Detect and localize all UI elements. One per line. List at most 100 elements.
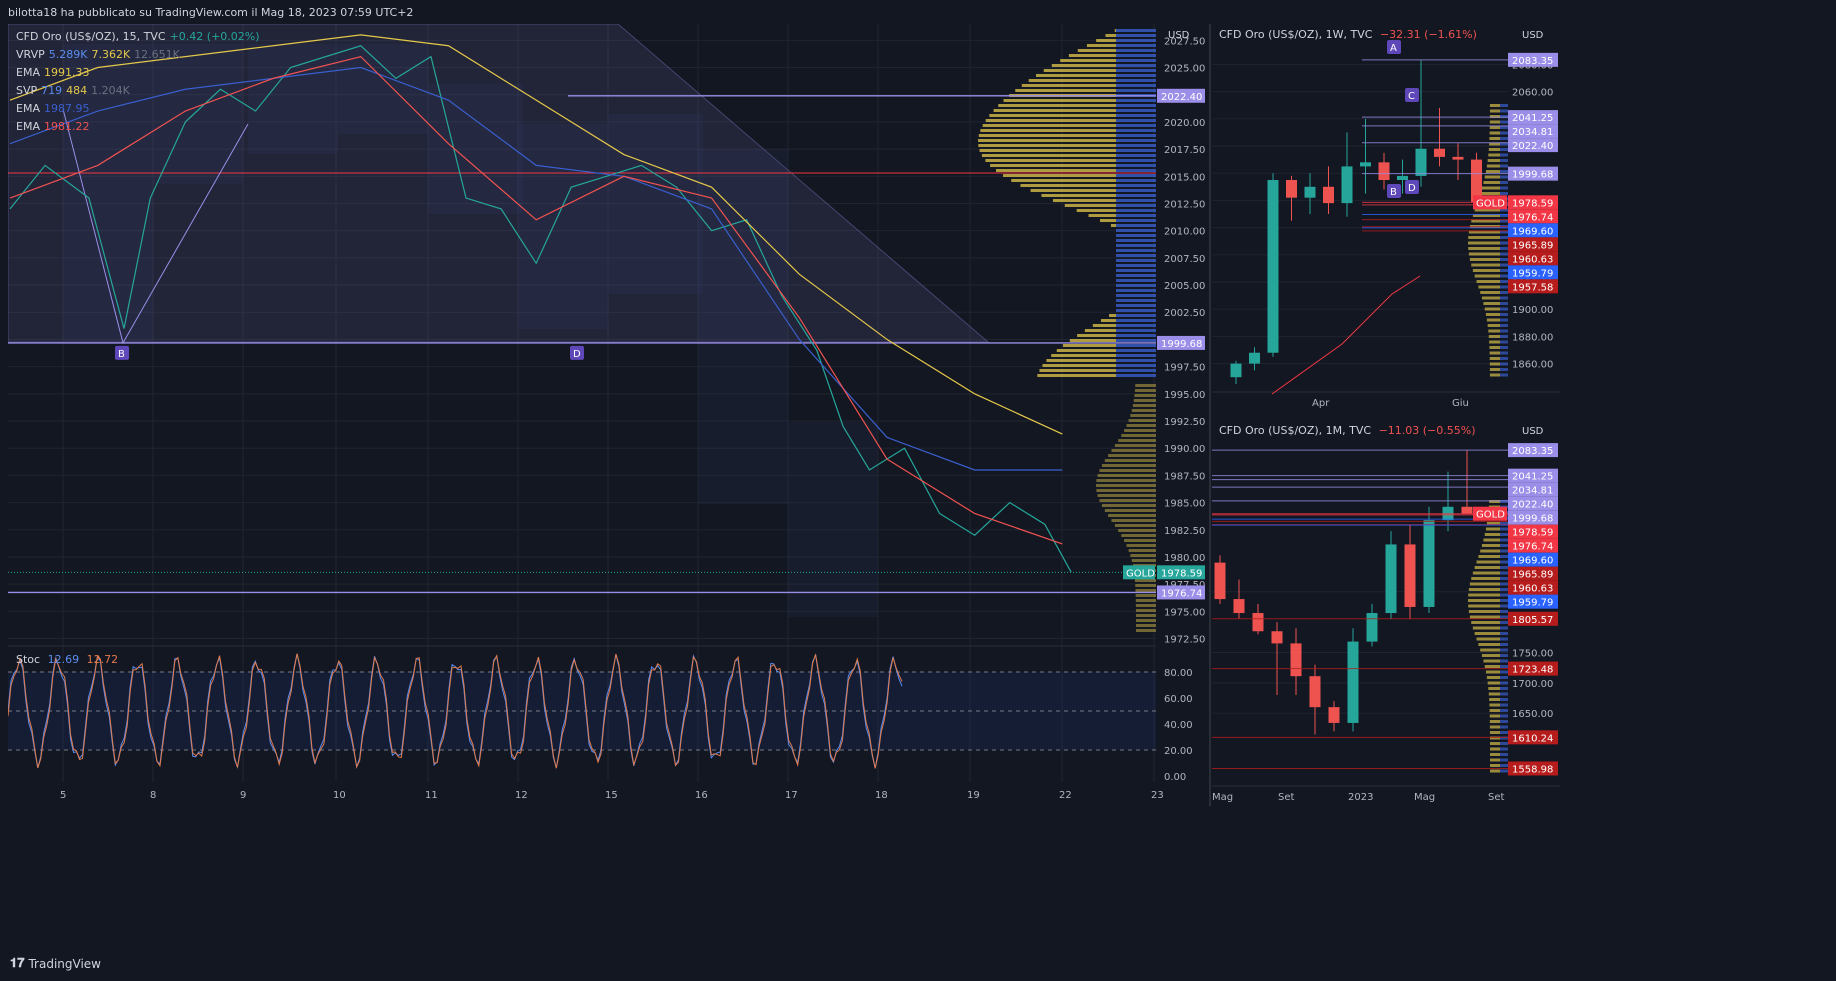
volume-profile-bar bbox=[1135, 604, 1156, 607]
volume-profile-bar bbox=[1134, 389, 1156, 392]
volume-profile-bar bbox=[1500, 164, 1508, 168]
price-label: 1978.59 bbox=[1512, 528, 1553, 539]
volume-profile-bar bbox=[1116, 29, 1156, 32]
volume-profile-bar bbox=[978, 134, 1116, 137]
volume-profile-bar bbox=[1500, 720, 1508, 723]
weekly-chart-svg[interactable]: USD2080.002060.002040.002020.002000.0019… bbox=[1212, 24, 1560, 414]
price-label: 1978.59 bbox=[1161, 568, 1202, 579]
volume-profile-bar bbox=[1500, 648, 1508, 652]
volume-profile-bar bbox=[1500, 126, 1508, 129]
volume-profile-bar bbox=[1500, 274, 1508, 278]
y-tick-label: 1995.00 bbox=[1164, 390, 1205, 401]
volume-profile-bar bbox=[1488, 148, 1500, 151]
volume-profile-bar bbox=[1500, 604, 1508, 608]
volume-profile-bar bbox=[978, 144, 1116, 147]
volume-profile-bar bbox=[1116, 359, 1156, 362]
volume-profile-bar bbox=[1500, 742, 1508, 745]
volume-profile-bar bbox=[1116, 369, 1156, 372]
volume-profile-bar bbox=[1500, 153, 1508, 157]
volume-profile-bar bbox=[1020, 184, 1116, 187]
volume-profile-bar bbox=[1028, 79, 1116, 82]
candle-body bbox=[1328, 707, 1340, 723]
volume-profile-bar bbox=[1500, 714, 1508, 718]
price-label: 2034.81 bbox=[1512, 127, 1553, 138]
volume-profile-bar bbox=[1500, 698, 1508, 701]
volume-profile-bar bbox=[1110, 224, 1116, 227]
x-tick-label: 9 bbox=[240, 790, 246, 801]
volume-profile-bar bbox=[1484, 533, 1500, 536]
volume-profile-bar bbox=[1468, 604, 1500, 608]
volume-profile-bar bbox=[1128, 419, 1156, 422]
volume-profile-bar bbox=[1135, 624, 1156, 627]
volume-profile-bar bbox=[1489, 357, 1500, 360]
currency-label: USD bbox=[1168, 30, 1190, 41]
volume-profile-bar bbox=[1116, 199, 1156, 202]
legend-row[interactable]: EMA 1981.22 bbox=[16, 118, 264, 136]
volume-profile-bar bbox=[1500, 571, 1508, 575]
candle-body bbox=[1286, 180, 1297, 198]
main-chart-panel[interactable]: 2027.502025.002022.502020.002017.502015.… bbox=[8, 24, 1208, 806]
volume-profile-bar bbox=[1133, 399, 1156, 402]
volume-profile-bar bbox=[1489, 137, 1500, 140]
volume-profile-bar bbox=[1116, 279, 1156, 282]
volume-profile-bar bbox=[981, 154, 1116, 157]
gold-tag: GOLD bbox=[1126, 568, 1155, 579]
price-label: 1558.98 bbox=[1512, 764, 1553, 775]
x-tick-label: 5 bbox=[60, 790, 66, 801]
weekly-chart-panel[interactable]: USD2080.002060.002040.002020.002000.0019… bbox=[1212, 24, 1560, 414]
volume-profile-bar bbox=[1135, 594, 1156, 597]
legend-row[interactable]: CFD Oro (US$/OZ), 15, TVC +0.42 (+0.02%) bbox=[16, 28, 264, 46]
monthly-chart-panel[interactable]: USD1850.001750.001700.001650.002083.3520… bbox=[1212, 420, 1560, 806]
volume-profile-bar bbox=[1126, 424, 1156, 427]
y-tick-label: 1985.00 bbox=[1164, 499, 1205, 510]
publish-caption: bilotta18 ha pubblicato su TradingView.c… bbox=[8, 6, 414, 19]
price-label: 1999.68 bbox=[1512, 170, 1553, 181]
volume-profile-bar bbox=[1116, 339, 1156, 342]
legend-name: EMA bbox=[16, 120, 40, 133]
volume-profile-bar bbox=[1500, 296, 1508, 300]
volume-profile-bar bbox=[1116, 59, 1156, 62]
legend-value: 1.204K bbox=[91, 84, 130, 97]
volume-profile-bar bbox=[1500, 313, 1508, 316]
monthly-chart-svg[interactable]: USD1850.001750.001700.001650.002083.3520… bbox=[1212, 420, 1560, 806]
volume-profile-bar bbox=[1500, 175, 1508, 179]
x-tick-label: Set bbox=[1488, 792, 1505, 803]
y-tick-label: 1975.00 bbox=[1164, 607, 1205, 618]
price-label: 2022.40 bbox=[1161, 92, 1202, 103]
volume-profile-bar bbox=[1131, 559, 1156, 562]
legend-row[interactable]: EMA 1991.33 bbox=[16, 64, 264, 82]
candle-body bbox=[1252, 613, 1264, 632]
volume-profile-bar bbox=[1500, 258, 1508, 261]
volume-profile-bar bbox=[1116, 269, 1156, 272]
price-label: 1959.79 bbox=[1512, 598, 1553, 609]
volume-profile-bar bbox=[1500, 555, 1508, 558]
legend-value: 719 bbox=[41, 84, 63, 97]
volume-profile-bar bbox=[1489, 725, 1500, 729]
volume-profile-bar bbox=[1481, 296, 1500, 300]
legend-row[interactable]: VRVP 5.289K 7.362K 12.651K bbox=[16, 46, 264, 64]
volume-profile-bar bbox=[1500, 131, 1508, 135]
volume-profile-bar bbox=[1116, 299, 1156, 302]
volume-profile-bar bbox=[1108, 514, 1156, 517]
volume-profile-bar bbox=[1131, 409, 1156, 412]
volume-profile-bar bbox=[1471, 263, 1500, 267]
legend-row[interactable]: EMA 1987.95 bbox=[16, 100, 264, 118]
volume-profile-bar bbox=[1130, 554, 1156, 557]
volume-profile-bar bbox=[1121, 534, 1156, 537]
panel-divider bbox=[1209, 24, 1211, 806]
candle-body bbox=[1423, 520, 1435, 607]
legend-row[interactable]: SVP 719 484 1.204K bbox=[16, 82, 264, 100]
main-chart-svg[interactable]: 2027.502025.002022.502020.002017.502015.… bbox=[8, 24, 1208, 806]
volume-profile-bar bbox=[1500, 362, 1508, 366]
volume-profile-bar bbox=[1116, 249, 1156, 252]
volume-profile-bar bbox=[1116, 49, 1156, 52]
volume-profile-bar bbox=[1483, 181, 1500, 184]
volume-profile-bar bbox=[1116, 104, 1156, 107]
volume-profile-bar bbox=[1084, 329, 1116, 332]
volume-profile-bar bbox=[1116, 239, 1156, 242]
volume-profile-bar bbox=[1500, 186, 1508, 190]
volume-profile-bar bbox=[1097, 474, 1156, 477]
volume-profile-bar bbox=[1021, 84, 1116, 87]
volume-profile-bar bbox=[1500, 588, 1508, 591]
volume-profile-bar bbox=[1472, 269, 1500, 272]
